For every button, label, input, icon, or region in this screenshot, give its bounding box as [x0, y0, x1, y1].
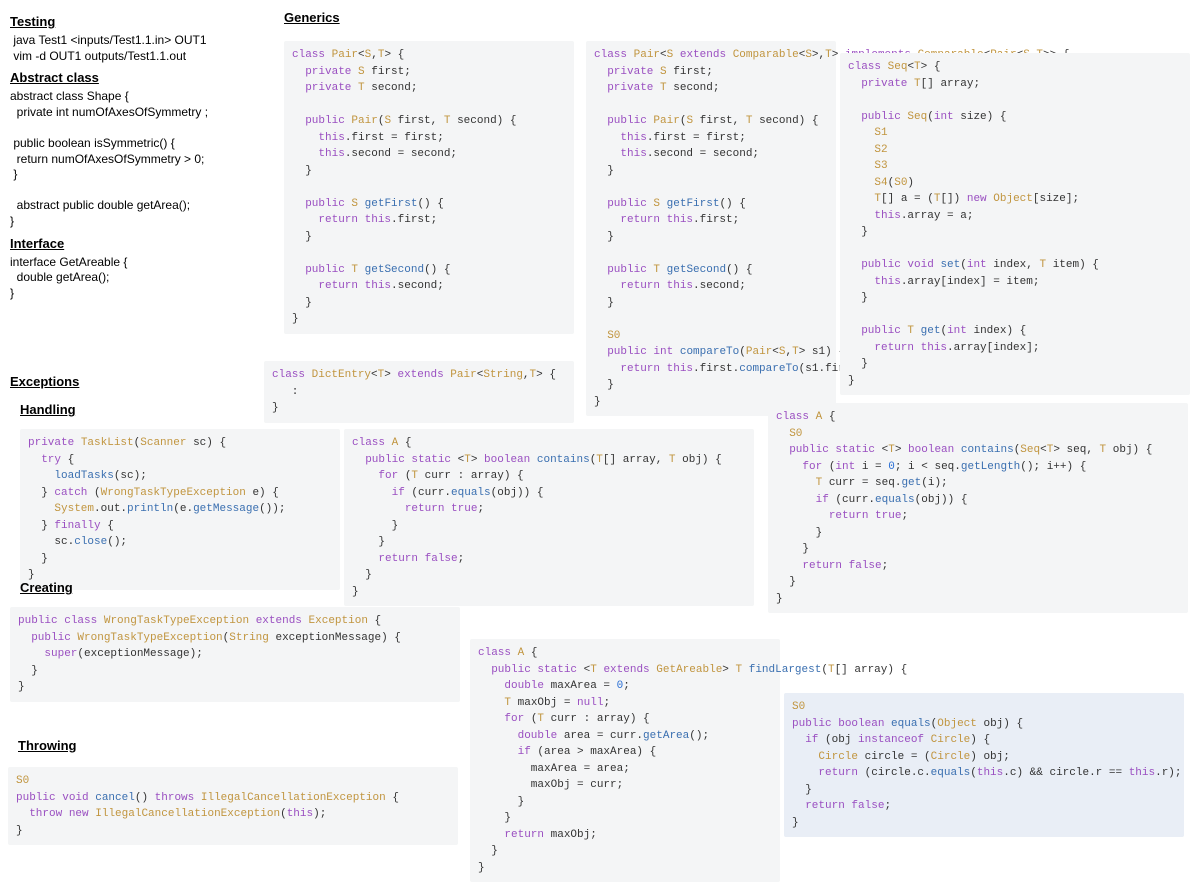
heading-abstract: Abstract class: [10, 70, 270, 85]
code-pair-basic: class Pair<S,T> { private S first; priva…: [284, 41, 574, 334]
code-contains-array: class A { public static <T> boolean cont…: [344, 429, 754, 606]
heading-creating: Creating: [20, 580, 73, 595]
code-contains-seq: class A { S0 public static <T> boolean c…: [768, 403, 1188, 613]
code-equals: S0 public boolean equals(Object obj) { i…: [784, 693, 1184, 837]
heading-exceptions: Exceptions: [10, 374, 79, 389]
code-creating-exception: public class WrongTaskTypeException exte…: [10, 607, 460, 702]
interface-code: interface GetAreable { double getArea();…: [10, 255, 270, 302]
code-seq: class Seq<T> { private T[] array; public…: [840, 53, 1190, 395]
code-findlargest: class A { public static <T extends GetAr…: [470, 639, 780, 882]
heading-testing: Testing: [10, 14, 270, 29]
testing-commands: java Test1 <inputs/Test1.1.in> OUT1 vim …: [10, 33, 270, 64]
heading-handling: Handling: [20, 402, 76, 417]
heading-generics: Generics: [284, 10, 340, 25]
code-throwing: S0 public void cancel() throws IllegalCa…: [8, 767, 458, 845]
heading-throwing: Throwing: [18, 738, 77, 753]
abstract-class-code: abstract class Shape { private int numOf…: [10, 89, 270, 229]
code-handling: private TaskList(Scanner sc) { try { loa…: [20, 429, 340, 590]
left-column: Testing java Test1 <inputs/Test1.1.in> O…: [10, 10, 270, 307]
heading-interface: Interface: [10, 236, 270, 251]
code-dictentry: class DictEntry<T> extends Pair<String,T…: [264, 361, 574, 423]
code-pair-comparable: class Pair<S extends Comparable<S>,T> im…: [586, 41, 836, 416]
